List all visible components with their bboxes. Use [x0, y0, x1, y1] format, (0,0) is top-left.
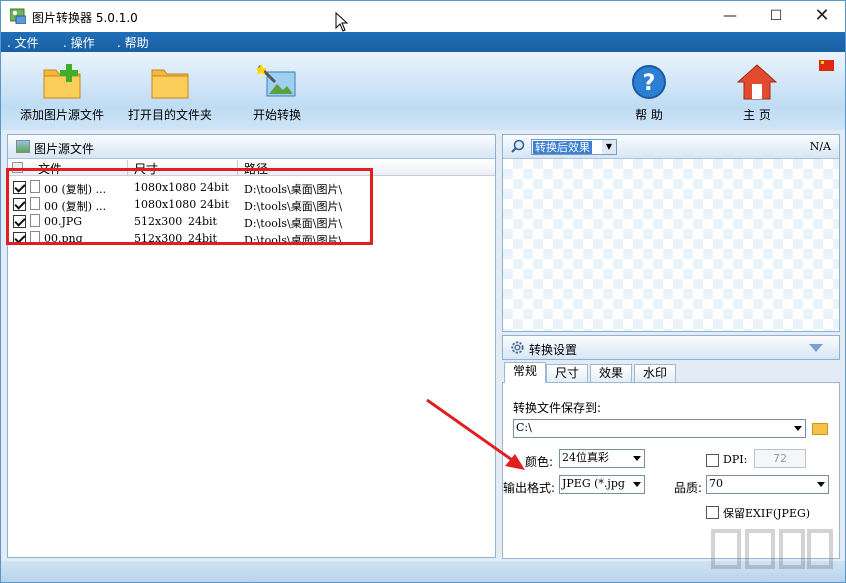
start-convert-button[interactable]: 开始转换 — [245, 52, 309, 130]
chevron-down-icon — [633, 482, 641, 487]
format-value: JPEG (*.jpg — [562, 477, 625, 490]
preview-status: N/A — [809, 140, 831, 153]
minimize-button[interactable]: — — [707, 1, 753, 32]
title-bar: 图片转换器 5.0.1.0 — ☐ ✕ — [1, 1, 845, 32]
preview-mode-value: 转换后效果 — [533, 141, 592, 154]
chevron-down-icon: ▼ — [602, 140, 616, 154]
maximize-button[interactable]: ☐ — [753, 1, 799, 32]
tab-size[interactable]: 尺寸 — [546, 364, 588, 383]
tab-watermark[interactable]: 水印 — [634, 364, 676, 383]
exif-checkbox[interactable] — [706, 506, 719, 519]
tab-general[interactable]: 常规 — [504, 362, 546, 383]
add-folder-icon — [43, 64, 81, 99]
home-label: 主 页 — [743, 108, 771, 122]
highlight-box — [6, 168, 373, 245]
app-window: 图片转换器 5.0.1.0 — ☐ ✕ . 文件 . 操作 . 帮助 添加图片源… — [0, 0, 846, 583]
mouse-cursor-icon — [335, 12, 349, 32]
help-button[interactable]: ? 帮 助 — [621, 52, 677, 130]
open-target-label: 打开目的文件夹 — [127, 108, 212, 122]
color-value: 24位真彩 — [562, 451, 609, 464]
home-icon — [737, 64, 777, 100]
settings-tabs: 常规 尺寸 效果 水印 — [502, 362, 840, 383]
chevron-down-icon — [633, 456, 641, 461]
close-button[interactable]: ✕ — [799, 1, 845, 32]
start-convert-label: 开始转换 — [252, 108, 301, 122]
add-source-label: 添加图片源文件 — [19, 108, 104, 122]
home-button[interactable]: 主 页 — [729, 52, 785, 130]
quality-select[interactable]: 70 — [706, 475, 829, 494]
chevron-down-icon — [794, 426, 802, 431]
help-label: 帮 助 — [635, 108, 663, 122]
chevron-down-icon — [817, 482, 825, 487]
menu-help[interactable]: . 帮助 — [117, 34, 149, 51]
dpi-label: DPI: — [723, 453, 748, 466]
add-source-button[interactable]: 添加图片源文件 — [15, 52, 109, 130]
watermark-logo — [711, 529, 833, 569]
settings-title: 转换设置 — [529, 343, 578, 357]
help-icon: ? — [632, 65, 666, 99]
menu-bar: . 文件 . 操作 . 帮助 — [1, 32, 845, 52]
window-title: 图片转换器 5.0.1.0 — [32, 11, 138, 25]
dpi-value: 72 — [773, 452, 787, 465]
save-to-select[interactable]: C:\ — [513, 419, 806, 438]
dpi-spinner[interactable]: 72 — [754, 449, 806, 468]
language-flag-icon[interactable] — [819, 60, 834, 71]
annotation-arrow-icon — [426, 398, 525, 470]
preview-header: 转换后效果 ▼ N/A — [503, 135, 839, 159]
source-panel-title: 图片源文件 — [34, 142, 95, 156]
source-panel-header: 图片源文件 — [8, 135, 495, 159]
exif-label: 保留EXIF(JPEG) — [723, 507, 811, 520]
dpi-checkbox[interactable] — [706, 454, 719, 467]
format-label: 输出格式: — [503, 481, 556, 495]
open-target-folder-button[interactable]: 打开目的文件夹 — [123, 52, 217, 130]
collapse-chevron-icon[interactable] — [809, 344, 823, 352]
toolbar: 添加图片源文件 打开目的文件夹 开始转换 ? 帮 助 主 页 — [1, 52, 845, 130]
svg-text:?: ? — [643, 71, 656, 96]
magic-wand-icon — [257, 64, 296, 97]
preview-canvas — [503, 159, 839, 331]
image-icon — [16, 140, 30, 153]
color-select[interactable]: 24位真彩 — [559, 449, 645, 468]
preview-mode-select[interactable]: 转换后效果 ▼ — [531, 139, 617, 155]
menu-file[interactable]: . 文件 — [7, 34, 39, 51]
app-icon — [10, 8, 26, 24]
quality-label: 品质: — [674, 481, 703, 495]
menu-operate[interactable]: . 操作 — [63, 34, 95, 51]
quality-value: 70 — [709, 477, 723, 490]
browse-folder-icon[interactable] — [812, 423, 828, 435]
tab-effect[interactable]: 效果 — [590, 364, 632, 383]
settings-header[interactable]: 转换设置 — [502, 335, 840, 360]
format-select[interactable]: JPEG (*.jpg — [559, 475, 645, 494]
preview-panel: 转换后效果 ▼ N/A — [502, 134, 840, 332]
magnifier-icon — [511, 139, 525, 153]
gear-icon — [511, 341, 524, 354]
folder-icon — [151, 69, 189, 99]
